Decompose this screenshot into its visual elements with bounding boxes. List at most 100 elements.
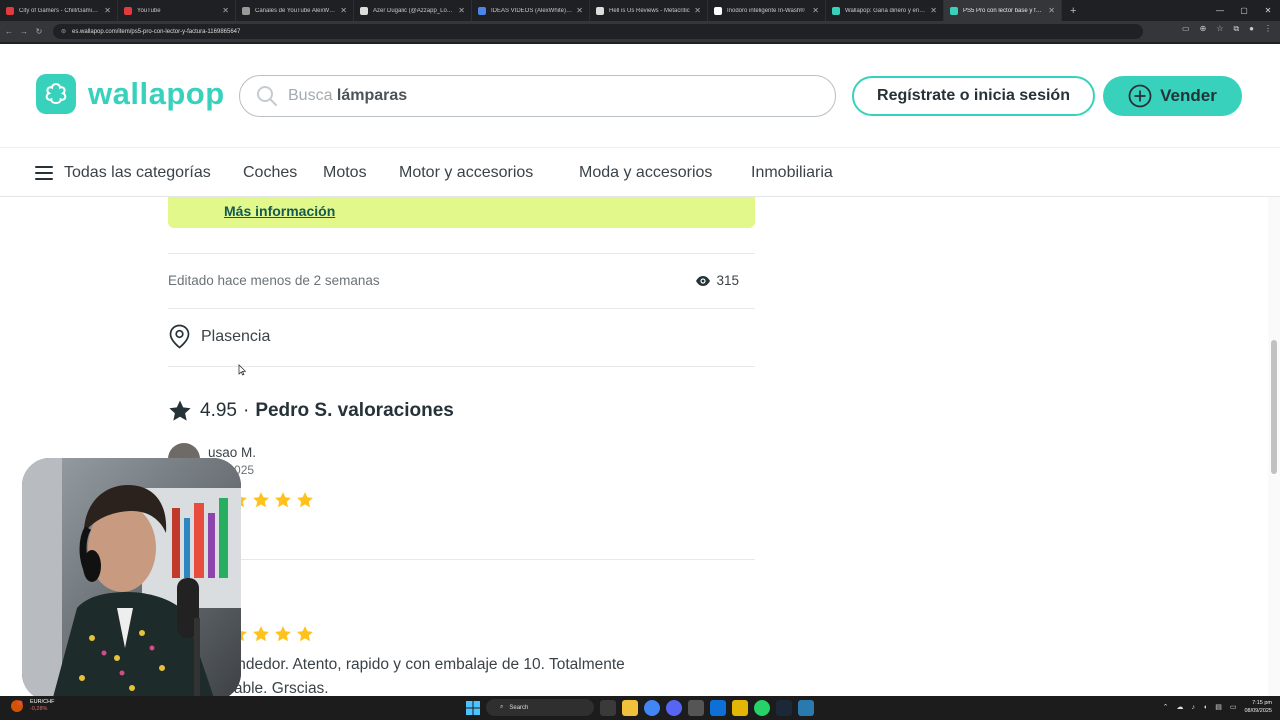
os-taskbar: EUR/CHF -0,28% ⌕ Search ⌃ ☁ ♪ ◖ ▤ ▭ 7:15…: [0, 696, 1280, 720]
profile-icon[interactable]: ●: [1249, 24, 1254, 34]
ticker-name: EUR/CHF: [30, 699, 55, 705]
browser-tab[interactable]: PS5 Pro con lector base y factu ✕: [944, 0, 1062, 21]
app-icon[interactable]: [732, 699, 748, 716]
battery-icon[interactable]: ▭: [1230, 703, 1237, 711]
scrollbar-thumb[interactable]: [1271, 340, 1277, 474]
tab-close-icon[interactable]: ✕: [104, 6, 111, 15]
bookmark-star-icon[interactable]: ☆: [1216, 24, 1223, 34]
page-scrollbar[interactable]: [1268, 197, 1280, 696]
cloud-icon[interactable]: ☁: [1176, 703, 1183, 711]
tab-favicon-icon: [360, 6, 368, 15]
tab-close-icon[interactable]: ✕: [1048, 6, 1055, 15]
zoom-icon[interactable]: ⊕: [1200, 24, 1207, 34]
whatsapp-icon[interactable]: [754, 699, 770, 716]
location-pin-icon: [169, 324, 190, 349]
rating-star-icon: [253, 626, 269, 642]
view-count: 315: [695, 273, 739, 288]
tab-title: Hell is Us Reviews - Metacritic: [609, 7, 690, 14]
task-view-icon[interactable]: [600, 699, 616, 716]
category-inmobiliaria[interactable]: Inmobiliaria: [751, 164, 833, 182]
close-icon[interactable]: ✕: [1256, 6, 1280, 15]
browser-tab-bar: City of Gamers - Chill/Gaming/✕ YouTube ✕ C…: [0, 0, 1280, 21]
browser-tab[interactable]: Wallapop: Gana dinero y encue ✕: [826, 0, 944, 21]
menu-icon[interactable]: ⋮: [1264, 24, 1272, 34]
browser-tab[interactable]: Azer Dugalić (@Azzapp_LoL) / ✕: [354, 0, 472, 21]
taskbar-search[interactable]: ⌕ Search: [486, 699, 594, 716]
rating-star-icon: [297, 492, 313, 508]
tab-title: Azer Dugalić (@Azzapp_LoL) /: [373, 7, 455, 14]
wallapop-logo[interactable]: wallapop: [36, 74, 225, 114]
category-motor-accesorios[interactable]: Motor y accesorios: [399, 164, 533, 182]
stock-ticker-widget[interactable]: EUR/CHF -0,28%: [10, 699, 54, 713]
wallapop-logo-text: wallapop: [88, 76, 225, 111]
tab-favicon-icon: [950, 6, 958, 15]
tab-title: Inodoro inteligente In-Wash®: [727, 7, 805, 14]
minimize-icon[interactable]: —: [1208, 6, 1232, 15]
webcam-overlay: [22, 458, 241, 701]
browser-address-bar: ← → ↻ ⊜ es.wallapop.com/item/ps5-pro-con…: [0, 21, 1280, 42]
new-tab-button[interactable]: +: [1070, 5, 1076, 17]
tray-chevron-icon[interactable]: ⌃: [1163, 703, 1169, 711]
microphone-icon[interactable]: ♪: [1191, 704, 1195, 711]
promo-banner: Más información: [168, 197, 755, 228]
tab-title: PS5 Pro con lector base y factu: [963, 7, 1045, 14]
more-info-link[interactable]: Más información: [224, 203, 335, 219]
tab-close-icon[interactable]: ✕: [930, 6, 937, 15]
site-info-icon[interactable]: ⊜: [61, 28, 66, 35]
tab-favicon-icon: [6, 6, 14, 15]
tab-favicon-icon: [832, 6, 840, 15]
tab-favicon-icon: [714, 6, 722, 15]
url-field[interactable]: ⊜ es.wallapop.com/item/ps5-pro-con-lecto…: [53, 24, 1143, 39]
rating-score: 4.95: [200, 400, 237, 421]
sell-button[interactable]: Vender: [1103, 76, 1242, 116]
browser-tab[interactable]: Hell is Us Reviews - Metacritic ✕: [590, 0, 708, 21]
extensions-icon[interactable]: ⧉: [1233, 24, 1239, 34]
steam-icon[interactable]: [776, 699, 792, 716]
browser-tab[interactable]: YouTube ✕: [118, 0, 236, 21]
login-register-button[interactable]: Regístrate o inicia sesión: [852, 76, 1095, 116]
tab-title: Canales de YouTube AlexWhite: [255, 7, 337, 14]
edge-icon[interactable]: [710, 699, 726, 716]
app-icon[interactable]: [688, 699, 704, 716]
tab-close-icon[interactable]: ✕: [694, 6, 701, 15]
category-motos[interactable]: Motos: [323, 164, 367, 182]
windows-start-icon[interactable]: [466, 700, 480, 715]
clock[interactable]: 7:15 pm 08/09/2025: [1244, 699, 1272, 715]
app-icon[interactable]: [798, 699, 814, 716]
search-input[interactable]: Busca lámparas: [239, 75, 836, 117]
tab-close-icon[interactable]: ✕: [812, 6, 819, 15]
rating-star-icon: [297, 626, 313, 642]
category-all[interactable]: Todas las categorías: [64, 164, 211, 182]
hamburger-menu-icon[interactable]: [35, 165, 53, 180]
network-icon[interactable]: ▤: [1215, 703, 1222, 711]
window-controls: — ▢ ✕: [1208, 0, 1280, 21]
rating-star-icon: [253, 492, 269, 508]
rating-separator: ·: [242, 400, 250, 421]
category-moda-accesorios[interactable]: Moda y accesorios: [579, 164, 712, 182]
category-coches[interactable]: Coches: [243, 164, 297, 182]
streamer-video-image: [22, 458, 241, 701]
tab-close-icon[interactable]: ✕: [222, 6, 229, 15]
tab-close-icon[interactable]: ✕: [340, 6, 347, 15]
discord-icon[interactable]: [666, 699, 682, 716]
reload-icon[interactable]: ↻: [33, 27, 45, 36]
chrome-icon[interactable]: [644, 699, 660, 716]
divider: [168, 366, 755, 367]
volume-icon[interactable]: ◖: [1203, 704, 1207, 711]
browser-tab[interactable]: Canales de YouTube AlexWhite ✕: [236, 0, 354, 21]
tab-title: Wallapop: Gana dinero y encue: [845, 7, 927, 14]
cast-icon[interactable]: ▭: [1182, 24, 1190, 34]
file-explorer-icon[interactable]: [622, 699, 638, 716]
browser-tab[interactable]: City of Gamers - Chill/Gaming/✕: [0, 0, 118, 21]
seller-rating[interactable]: 4.95 · Pedro S. valoraciones: [168, 399, 454, 423]
browser-tab[interactable]: IDEAS VÍDEOS (AlexWhite) - Go ✕: [472, 0, 590, 21]
browser-tab[interactable]: Inodoro inteligente In-Wash® ✕: [708, 0, 826, 21]
tab-close-icon[interactable]: ✕: [576, 6, 583, 15]
forward-icon[interactable]: →: [18, 27, 30, 36]
tab-favicon-icon: [242, 6, 250, 15]
edited-timestamp: Editado hace menos de 2 semanas: [168, 273, 380, 288]
back-icon[interactable]: ←: [3, 27, 15, 36]
review-text: e vendedor. Atento, rapido y con embalaj…: [208, 656, 625, 673]
tab-close-icon[interactable]: ✕: [458, 6, 465, 15]
maximize-icon[interactable]: ▢: [1232, 6, 1256, 15]
